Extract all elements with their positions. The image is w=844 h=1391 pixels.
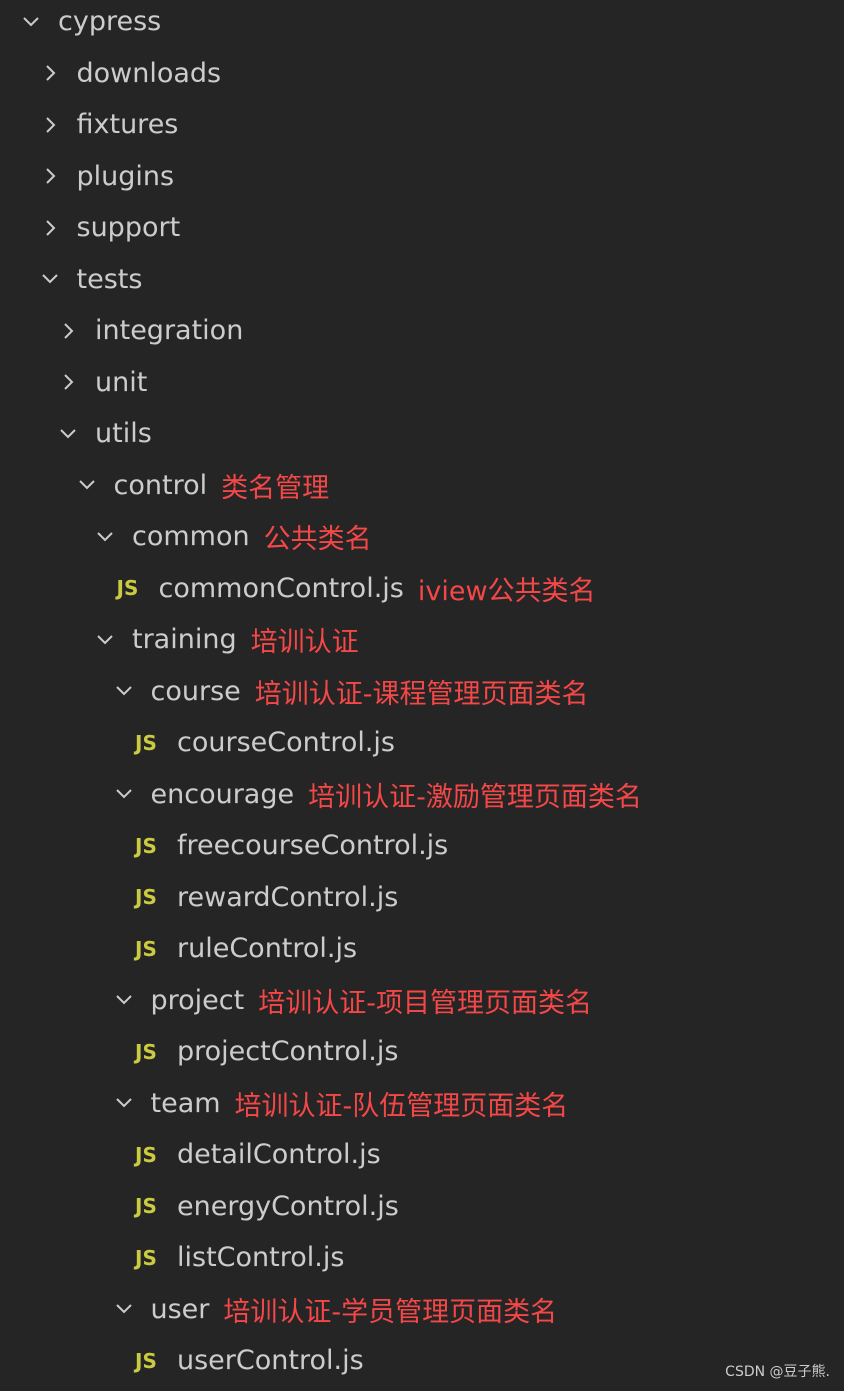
folder-item[interactable]: fixtures	[0, 99, 844, 150]
file-item[interactable]: JS commonControl.js iview公共类名	[0, 563, 844, 614]
folder-label: training	[132, 624, 237, 655]
annotation-note: 公共类名	[263, 524, 372, 555]
chevron-down-icon[interactable]	[96, 631, 114, 649]
folder-label: support	[76, 212, 181, 243]
file-label: listControl.js	[177, 1242, 345, 1273]
chevron-down-icon[interactable]	[22, 13, 40, 31]
folder-label: fixtures	[76, 109, 179, 140]
file-label: detailControl.js	[177, 1139, 381, 1170]
file-item[interactable]: JS rewardControl.js	[0, 872, 844, 923]
folder-label: plugins	[76, 160, 175, 192]
file-item[interactable]: JS detailControl.js	[0, 1129, 844, 1180]
folder-item[interactable]: course 培训认证-课程管理页面类名	[0, 666, 844, 717]
folder-item[interactable]: control 类名管理	[0, 460, 844, 511]
annotation-note: 培训认证-课程管理页面类名	[254, 678, 589, 710]
chevron-right-icon[interactable]	[41, 219, 59, 237]
javascript-file-icon: JS	[135, 936, 157, 961]
annotation-note: 培训认证-激励管理页面类名	[308, 781, 642, 813]
chevron-down-icon[interactable]	[115, 991, 133, 1009]
folder-label: project	[150, 984, 245, 1016]
chevron-down-icon[interactable]	[115, 682, 133, 700]
chevron-right-icon[interactable]	[59, 322, 77, 340]
folder-item[interactable]: team 培训认证-队伍管理页面类名	[0, 1078, 844, 1129]
folder-item[interactable]: downloads	[0, 48, 844, 99]
chevron-down-icon[interactable]	[41, 270, 59, 288]
file-item[interactable]: JS userControl.js	[0, 1335, 844, 1386]
annotation-note: 培训认证	[250, 627, 359, 658]
file-explorer-tree: cypress downloads fixtures plugins support te…	[0, 0, 844, 1391]
javascript-file-icon: JS	[135, 1142, 157, 1167]
folder-label: course	[150, 675, 241, 707]
folder-label: control	[113, 469, 208, 501]
javascript-file-icon: JS	[135, 730, 157, 755]
javascript-file-icon: JS	[135, 885, 157, 909]
javascript-file-icon: JS	[135, 1039, 157, 1064]
folder-item[interactable]: integration	[0, 305, 844, 356]
file-label: freecourseControl.js	[177, 830, 449, 861]
file-label: userControl.js	[177, 1345, 364, 1376]
chevron-down-icon[interactable]	[96, 528, 114, 546]
chevron-right-icon[interactable]	[41, 116, 59, 134]
annotation-note: 类名管理	[221, 472, 330, 504]
chevron-down-icon[interactable]	[115, 785, 133, 803]
folder-label: encourage	[150, 778, 295, 810]
folder-label: tests	[76, 263, 143, 295]
chevron-right-icon[interactable]	[41, 167, 59, 185]
chevron-down-icon[interactable]	[115, 1094, 133, 1112]
annotation-note: 培训认证-学员管理页面类名	[223, 1296, 558, 1328]
folder-label: downloads	[76, 57, 222, 89]
file-item[interactable]: JS courseControl.js	[0, 717, 844, 768]
folder-item[interactable]: project 培训认证-项目管理页面类名	[0, 975, 844, 1026]
chevron-right-icon[interactable]	[41, 64, 59, 82]
chevron-down-icon[interactable]	[59, 425, 77, 443]
file-label: courseControl.js	[177, 727, 396, 758]
folder-label: team	[150, 1087, 221, 1119]
javascript-file-icon: JS	[135, 1194, 157, 1218]
javascript-file-icon: JS	[135, 1348, 157, 1373]
chevron-down-icon[interactable]	[115, 1300, 133, 1318]
file-label: energyControl.js	[177, 1190, 399, 1222]
watermark: CSDN @豆子熊.	[725, 1364, 830, 1380]
file-label: projectControl.js	[177, 1036, 399, 1067]
file-label: commonControl.js	[158, 572, 404, 604]
folder-item[interactable]: support	[0, 202, 844, 253]
javascript-file-icon: JS	[135, 833, 157, 858]
folder-item[interactable]: unit	[0, 357, 844, 408]
file-item[interactable]: JS ruleControl.js	[0, 923, 844, 974]
folder-item[interactable]: cypress	[0, 0, 844, 47]
folder-item[interactable]: utils	[0, 408, 844, 459]
file-item[interactable]: JS projectControl.js	[0, 1026, 844, 1077]
chevron-down-icon[interactable]	[78, 476, 96, 494]
chevron-right-icon[interactable]	[59, 373, 77, 391]
folder-item[interactable]: common 公共类名	[0, 511, 844, 562]
javascript-file-icon: JS	[135, 1245, 157, 1270]
folder-item[interactable]: training 培训认证	[0, 614, 844, 665]
folder-label: utils	[95, 418, 152, 449]
file-item[interactable]: JS listControl.js	[0, 1232, 844, 1283]
folder-item[interactable]: encourage 培训认证-激励管理页面类名	[0, 769, 844, 820]
folder-item[interactable]: plugins	[0, 151, 844, 202]
folder-label: cypress	[58, 6, 162, 37]
file-label: ruleControl.js	[177, 933, 358, 964]
annotation-note: iview公共类名	[417, 575, 596, 607]
annotation-note: 培训认证-项目管理页面类名	[258, 987, 592, 1019]
folder-item[interactable]: tests	[0, 254, 844, 305]
folder-label: common	[132, 521, 250, 552]
folder-label: user	[150, 1293, 210, 1325]
folder-item[interactable]: user 培训认证-学员管理页面类名	[0, 1284, 844, 1335]
javascript-file-icon: JS	[116, 576, 139, 600]
folder-label: integration	[95, 315, 244, 346]
file-label: rewardControl.js	[177, 881, 399, 913]
folder-label: unit	[95, 366, 148, 398]
annotation-note: 培训认证-队伍管理页面类名	[234, 1090, 569, 1122]
file-item[interactable]: JS freecourseControl.js	[0, 820, 844, 871]
file-item[interactable]: JS energyControl.js	[0, 1181, 844, 1232]
